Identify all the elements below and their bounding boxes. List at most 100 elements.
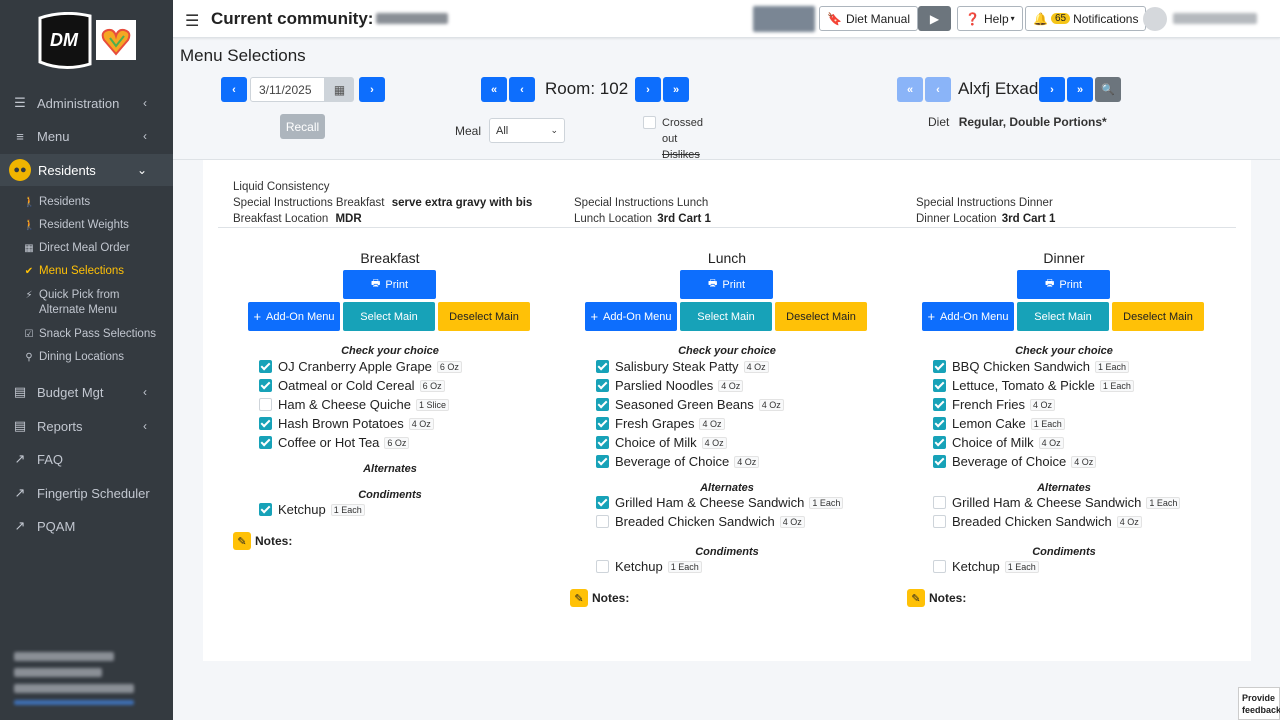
subnav-resident-weights[interactable]: 🚶 Resident Weights — [0, 218, 173, 233]
item-checkbox[interactable] — [933, 560, 946, 573]
notes-label[interactable]: ✎ Notes: — [907, 589, 966, 607]
nav-faq[interactable]: ↗ FAQ — [0, 443, 173, 475]
item-checkbox[interactable] — [933, 417, 946, 430]
menu-item[interactable]: Beverage of Choice 4 Oz — [933, 454, 1097, 469]
deselect-main-button[interactable]: Deselect Main — [775, 302, 867, 331]
nav-residents[interactable]: ●● Residents ⌄ — [0, 154, 173, 186]
menu-item[interactable]: Beverage of Choice 4 Oz — [596, 454, 760, 469]
item-checkbox[interactable] — [596, 515, 609, 528]
item-checkbox[interactable] — [933, 455, 946, 468]
menu-item[interactable]: Breaded Chicken Sandwich 4 Oz — [596, 514, 805, 529]
add-on-menu-button[interactable]: + Add-On Menu — [922, 302, 1014, 331]
first-resident-button[interactable]: « — [897, 77, 923, 102]
edit-icon[interactable]: ✎ — [233, 532, 251, 550]
calendar-button[interactable]: ▦ — [325, 77, 354, 102]
deselect-main-button[interactable]: Deselect Main — [438, 302, 530, 331]
select-main-button[interactable]: Select Main — [680, 302, 772, 331]
menu-item[interactable]: French Fries 4 Oz — [933, 397, 1055, 412]
select-main-button[interactable]: Select Main — [343, 302, 435, 331]
nav-menu[interactable]: ≡ Menu ‹ — [0, 120, 173, 152]
print-button[interactable]: 🖶 Print — [343, 270, 436, 299]
item-checkbox[interactable] — [259, 503, 272, 516]
menu-item[interactable]: Choice of Milk 4 Oz — [596, 435, 727, 450]
nav-fingertip-scheduler[interactable]: ↗ Fingertip Scheduler — [0, 477, 173, 509]
subnav-menu-selections[interactable]: ✔ Menu Selections — [0, 264, 173, 279]
menu-item[interactable]: Breaded Chicken Sandwich 4 Oz — [933, 514, 1142, 529]
add-on-menu-button[interactable]: + Add-On Menu — [585, 302, 677, 331]
item-checkbox[interactable] — [933, 398, 946, 411]
item-checkbox[interactable] — [596, 496, 609, 509]
deselect-main-button[interactable]: Deselect Main — [1112, 302, 1204, 331]
item-checkbox[interactable] — [596, 436, 609, 449]
print-button[interactable]: 🖶 Print — [680, 270, 773, 299]
subnav-quick-pick[interactable]: ⚡ Quick Pick from Alternate Menu — [0, 288, 150, 318]
item-checkbox[interactable] — [259, 398, 272, 411]
menu-item[interactable]: Ham & Cheese Quiche 1 Slice — [259, 397, 449, 412]
item-checkbox[interactable] — [596, 417, 609, 430]
menu-item[interactable]: Parslied Noodles 4 Oz — [596, 378, 744, 393]
nav-pqam[interactable]: ↗ PQAM — [0, 510, 173, 542]
last-resident-button[interactable]: » — [1067, 77, 1093, 102]
item-checkbox[interactable] — [933, 436, 946, 449]
menu-item[interactable]: Fresh Grapes 4 Oz — [596, 416, 725, 431]
notifications-button[interactable]: 🔔 65 Notifications — [1025, 6, 1147, 31]
notes-label[interactable]: ✎ Notes: — [233, 532, 292, 550]
subnav-dining-locations[interactable]: ⚲ Dining Locations — [0, 350, 173, 365]
select-main-button[interactable]: Select Main — [1017, 302, 1109, 331]
first-room-button[interactable]: « — [481, 77, 507, 102]
print-button[interactable]: 🖶 Print — [1017, 270, 1110, 299]
diet-manual-button[interactable]: 🔖 Diet Manual — [819, 6, 918, 31]
recall-button[interactable]: Recall — [280, 114, 325, 139]
user-name-blurred[interactable] — [1173, 13, 1257, 24]
menu-item[interactable]: Choice of Milk 4 Oz — [933, 435, 1064, 450]
next-resident-button[interactable]: › — [1039, 77, 1065, 102]
menu-item[interactable]: Lettuce, Tomato & Pickle 1 Each — [933, 378, 1134, 393]
prev-date-button[interactable]: ‹ — [221, 77, 247, 102]
play-button[interactable]: ▶ — [918, 6, 951, 31]
next-date-button[interactable]: › — [359, 77, 385, 102]
menu-item[interactable]: Oatmeal or Cold Cereal 6 Oz — [259, 378, 445, 393]
menu-item[interactable]: Grilled Ham & Cheese Sandwich 1 Each — [596, 495, 844, 510]
avatar[interactable] — [1143, 7, 1167, 31]
menu-item[interactable]: Salisbury Steak Patty 4 Oz — [596, 359, 769, 374]
menu-item[interactable]: Ketchup 1 Each — [596, 559, 702, 574]
subnav-direct-meal-order[interactable]: ▦ Direct Meal Order — [0, 241, 173, 256]
item-checkbox[interactable] — [596, 455, 609, 468]
meal-select[interactable]: All ⌄ — [489, 118, 565, 143]
menu-item[interactable]: Hash Brown Potatoes 4 Oz — [259, 416, 434, 431]
item-checkbox[interactable] — [259, 417, 272, 430]
menu-item[interactable]: Grilled Ham & Cheese Sandwich 1 Each — [933, 495, 1181, 510]
menu-item[interactable]: Seasoned Green Beans 4 Oz — [596, 397, 784, 412]
item-checkbox[interactable] — [259, 436, 272, 449]
last-room-button[interactable]: » — [663, 77, 689, 102]
item-checkbox[interactable] — [596, 360, 609, 373]
menu-item[interactable]: OJ Cranberry Apple Grape 6 Oz — [259, 359, 462, 374]
item-checkbox[interactable] — [259, 379, 272, 392]
menu-item[interactable]: BBQ Chicken Sandwich 1 Each — [933, 359, 1130, 374]
nav-administration[interactable]: ☰ Administration ‹ — [0, 87, 173, 119]
menu-item[interactable]: Coffee or Hot Tea 6 Oz — [259, 435, 410, 450]
notes-label[interactable]: ✎ Notes: — [570, 589, 629, 607]
next-room-button[interactable]: › — [635, 77, 661, 102]
help-dropdown[interactable]: ❓ Help ▾ — [957, 6, 1023, 31]
subnav-residents[interactable]: 🚶 Residents — [0, 195, 173, 210]
item-checkbox[interactable] — [933, 379, 946, 392]
nav-budget-mgt[interactable]: ▤ Budget Mgt ‹ — [0, 376, 173, 408]
item-checkbox[interactable] — [596, 398, 609, 411]
item-checkbox[interactable] — [933, 496, 946, 509]
add-on-menu-button[interactable]: + Add-On Menu — [248, 302, 340, 331]
crossed-out-dislikes-checkbox[interactable] — [643, 116, 656, 129]
item-checkbox[interactable] — [933, 360, 946, 373]
menu-item[interactable]: Lemon Cake 1 Each — [933, 416, 1065, 431]
subnav-snack-pass[interactable]: ☑ Snack Pass Selections — [0, 327, 173, 342]
menu-item[interactable]: Ketchup 1 Each — [259, 502, 365, 517]
edit-icon[interactable]: ✎ — [907, 589, 925, 607]
item-checkbox[interactable] — [596, 560, 609, 573]
menu-item[interactable]: Ketchup 1 Each — [933, 559, 1039, 574]
date-input[interactable]: 3/11/2025 — [250, 77, 325, 102]
provide-feedback-button[interactable]: Provide feedback — [1238, 687, 1280, 720]
nav-reports[interactable]: ▤ Reports ‹ — [0, 410, 173, 442]
hamburger-icon[interactable]: ☰ — [185, 11, 199, 31]
item-checkbox[interactable] — [933, 515, 946, 528]
search-resident-button[interactable]: 🔍 — [1095, 77, 1121, 102]
